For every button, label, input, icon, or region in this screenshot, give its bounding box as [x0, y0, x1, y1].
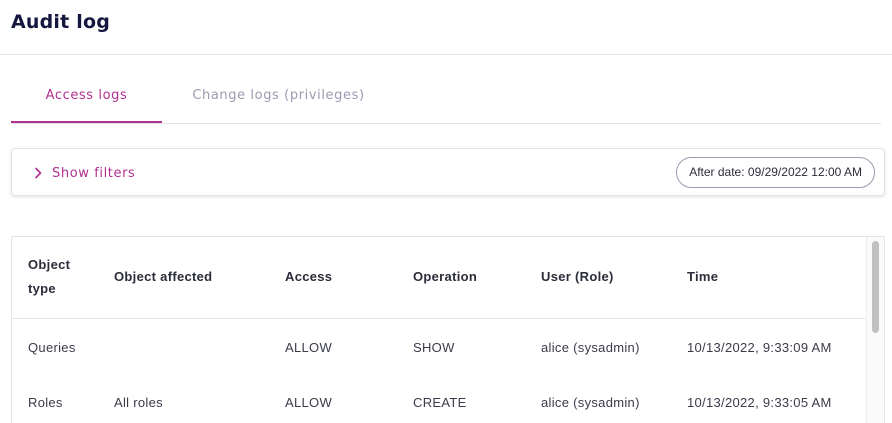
- filter-bar: Show filters After date: 09/29/2022 12:0…: [11, 148, 885, 196]
- table-row[interactable]: Roles All roles ALLOW CREATE alice (sysa…: [12, 376, 868, 423]
- cell-operation: SHOW: [413, 339, 455, 355]
- cell-user-role: alice (sysadmin): [541, 394, 640, 410]
- cell-object-affected: All roles: [114, 394, 163, 410]
- tab-change-logs[interactable]: Change logs (privileges): [162, 76, 395, 123]
- cell-object-type: Roles: [28, 394, 63, 410]
- cell-object-type: Queries: [28, 339, 76, 355]
- column-header-object-type[interactable]: Object type: [12, 237, 98, 319]
- column-header-time[interactable]: Time: [671, 237, 868, 319]
- tab-bar: Access logs Change logs (privileges): [11, 76, 881, 124]
- cell-user-role: alice (sysadmin): [541, 339, 640, 355]
- after-date-filter-chip[interactable]: After date: 09/29/2022 12:00 AM: [676, 157, 875, 188]
- column-header-access[interactable]: Access: [269, 237, 397, 319]
- cell-access: ALLOW: [285, 339, 333, 355]
- page-header: Audit log: [0, 0, 892, 55]
- cell-object-affected: [98, 318, 269, 376]
- cell-time: 10/13/2022, 9:33:09 AM: [687, 339, 832, 355]
- cell-operation: CREATE: [413, 394, 467, 410]
- chevron-right-icon: [30, 165, 46, 181]
- show-filters-label: Show filters: [52, 165, 136, 181]
- show-filters-button[interactable]: Show filters: [30, 163, 135, 183]
- cell-access: ALLOW: [285, 394, 333, 410]
- cell-time: 10/13/2022, 9:33:05 AM: [687, 394, 832, 410]
- audit-log-table: Object type Object affected Access Opera…: [11, 236, 885, 423]
- tab-access-logs[interactable]: Access logs: [11, 76, 162, 123]
- page-title: Audit log: [11, 11, 111, 33]
- column-header-object-affected[interactable]: Object affected: [98, 237, 269, 319]
- table-scrollbar[interactable]: [866, 237, 884, 423]
- column-header-operation[interactable]: Operation: [397, 237, 525, 319]
- table-header-row: Object type Object affected Access Opera…: [12, 237, 868, 319]
- table-row[interactable]: Queries ALLOW SHOW alice (sysadmin) 10/1…: [12, 318, 868, 376]
- column-header-user-role[interactable]: User (Role): [525, 237, 671, 319]
- scrollbar-thumb[interactable]: [872, 241, 879, 333]
